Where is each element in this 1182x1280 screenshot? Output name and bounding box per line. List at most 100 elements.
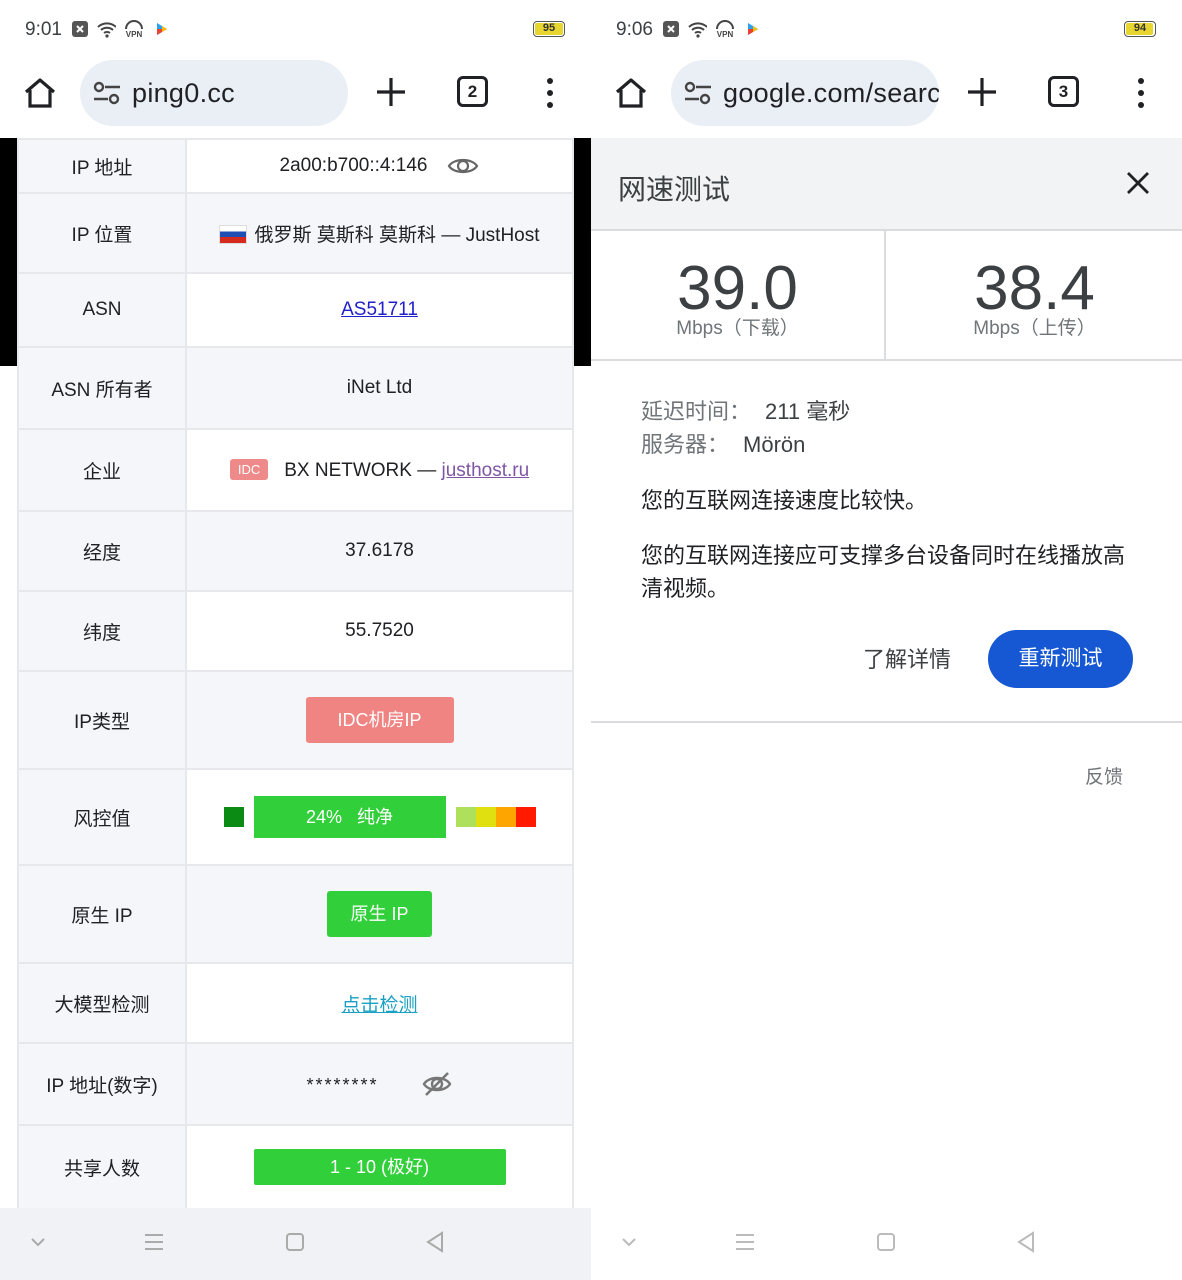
learn-more-button[interactable]: 了解详情 — [863, 642, 951, 674]
eye-icon[interactable] — [447, 154, 479, 178]
ip-info-table: IP 地址 2a00:b700::4:146 IP 位置 俄罗斯 莫斯科 莫斯科… — [17, 138, 574, 1208]
row-key: 大模型检测 — [17, 962, 187, 1044]
notification-icon — [70, 19, 90, 39]
table-row: 原生 IP 原生 IP — [17, 864, 574, 964]
ip-location: 俄罗斯 莫斯科 莫斯科 — JustHost — [254, 224, 540, 246]
new-tab-icon[interactable] — [965, 75, 999, 109]
url-text[interactable]: google.com/search — [723, 78, 939, 109]
right-edge-bar — [574, 138, 591, 366]
chevron-down-icon[interactable] — [617, 1230, 641, 1254]
retest-button[interactable]: 重新测试 — [988, 630, 1133, 688]
speed-summary: 您的互联网连接速度比较快。 — [641, 488, 928, 513]
risk-scale-step — [495, 807, 516, 827]
native-ip-badge: 原生 IP — [327, 891, 432, 937]
more-menu-icon[interactable] — [538, 76, 562, 110]
table-row: 共享人数 1 - 10 (极好) — [17, 1124, 574, 1208]
row-key: IP 地址 — [17, 138, 187, 194]
notification-icon — [661, 19, 681, 39]
speed-results: 39.0 Mbps（下载） 38.4 Mbps（上传） — [591, 231, 1182, 361]
system-nav-bar — [591, 1208, 1182, 1280]
home-nav-icon[interactable] — [874, 1230, 898, 1254]
site-settings-icon[interactable] — [683, 80, 713, 106]
address-bar[interactable]: ping0.cc — [80, 60, 348, 126]
latency-line: 延迟时间： 211 毫秒 — [641, 395, 1141, 428]
url-text[interactable]: ping0.cc — [132, 78, 235, 109]
address-bar[interactable]: google.com/search — [671, 60, 939, 126]
site-settings-icon[interactable] — [92, 80, 122, 106]
speed-test-details: 延迟时间： 211 毫秒 服务器： Mörön — [641, 395, 1141, 461]
row-key: ASN 所有者 — [17, 346, 187, 430]
row-key: 经度 — [17, 510, 187, 592]
row-key: 原生 IP — [17, 864, 187, 964]
idc-badge: IDC — [229, 458, 269, 480]
recents-menu-icon[interactable] — [142, 1230, 166, 1254]
home-nav-icon[interactable] — [283, 1230, 307, 1254]
eye-off-icon[interactable] — [421, 1070, 453, 1098]
llm-check-link[interactable]: 点击检测 — [341, 995, 417, 1016]
company-name: BX NETWORK — — [284, 459, 442, 481]
table-row: 经度 37.6178 — [17, 510, 574, 592]
risk-scale-step — [515, 807, 536, 827]
table-row: IP 地址 2a00:b700::4:146 — [17, 138, 574, 194]
battery-indicator: 95 — [533, 21, 565, 37]
row-key: IP类型 — [17, 670, 187, 770]
system-nav-bar — [0, 1208, 591, 1280]
table-row: ASN AS51711 — [17, 272, 574, 348]
back-icon[interactable] — [1014, 1230, 1038, 1254]
speed-capability: 您的互联网连接应可支撑多台设备同时在线播放高清视频。 — [641, 543, 1126, 601]
asn-link[interactable]: AS51711 — [341, 299, 418, 320]
row-key: 纬度 — [17, 590, 187, 672]
browser-toolbar: ping0.cc 2 — [0, 58, 591, 138]
table-row: IP 位置 俄罗斯 莫斯科 莫斯科 — JustHost — [17, 192, 574, 274]
status-time: 9:06 — [616, 19, 653, 40]
upload-unit: Mbps（上传） — [973, 318, 1096, 339]
row-key: 风控值 — [17, 768, 187, 866]
table-row: ASN 所有者 iNet Ltd — [17, 346, 574, 430]
server-line: 服务器： Mörön — [641, 428, 1141, 461]
left-edge-bar — [0, 138, 17, 366]
risk-scale — [455, 807, 536, 827]
tab-switcher-button[interactable]: 2 — [457, 76, 488, 107]
home-icon[interactable] — [22, 75, 58, 111]
wifi-icon — [96, 19, 116, 39]
risk-label: 纯净 — [357, 807, 394, 827]
asn-owner: iNet Ltd — [185, 346, 574, 430]
tab-switcher-button[interactable]: 3 — [1048, 76, 1079, 107]
right-screen: 9:06 VPN 94 google.com/search 3 网速测试 39.… — [591, 0, 1182, 1280]
russia-flag-icon — [219, 224, 248, 244]
risk-percent: 24% — [305, 807, 342, 827]
speed-test-header: 网速测试 — [591, 138, 1182, 231]
risk-low-square — [223, 807, 244, 827]
back-icon[interactable] — [423, 1230, 447, 1254]
status-bar: 9:06 VPN 94 — [591, 0, 1182, 60]
latency-label: 延迟时间： — [641, 399, 752, 424]
server-label: 服务器： — [641, 432, 730, 457]
masked-ip-number: ******** — [306, 1075, 379, 1096]
table-row: IP 地址(数字) ******** — [17, 1042, 574, 1126]
ip-address: 2a00:b700::4:146 — [279, 155, 428, 177]
upload-speed: 38.4 Mbps（上传） — [887, 231, 1182, 359]
row-key: 企业 — [17, 428, 187, 512]
feedback-link[interactable]: 反馈 — [1085, 762, 1123, 789]
company-link[interactable]: justhost.ru — [442, 460, 530, 481]
new-tab-icon[interactable] — [374, 75, 408, 109]
longitude-value: 37.6178 — [185, 510, 574, 592]
recents-menu-icon[interactable] — [733, 1230, 757, 1254]
status-bar: 9:01 VPN 95 — [0, 0, 591, 60]
table-row: 大模型检测 点击检测 — [17, 962, 574, 1044]
browser-toolbar: google.com/search 3 — [591, 58, 1182, 138]
chevron-down-icon[interactable] — [26, 1230, 50, 1254]
close-icon[interactable] — [1125, 170, 1151, 196]
play-store-icon — [152, 19, 172, 39]
battery-indicator: 94 — [1124, 21, 1156, 37]
status-time: 9:01 — [25, 19, 62, 40]
table-row: 风控值 24% 纯净 — [17, 768, 574, 866]
shared-users-badge: 1 - 10 (极好) — [253, 1149, 506, 1185]
download-unit: Mbps（下载） — [676, 318, 799, 339]
ip-type-badge: IDC机房IP — [305, 697, 454, 743]
speed-test-title: 网速测试 — [618, 174, 731, 205]
latitude-value: 55.7520 — [185, 590, 574, 672]
home-icon[interactable] — [613, 75, 649, 111]
latency-value: 211 毫秒 — [765, 399, 851, 424]
more-menu-icon[interactable] — [1129, 76, 1153, 110]
